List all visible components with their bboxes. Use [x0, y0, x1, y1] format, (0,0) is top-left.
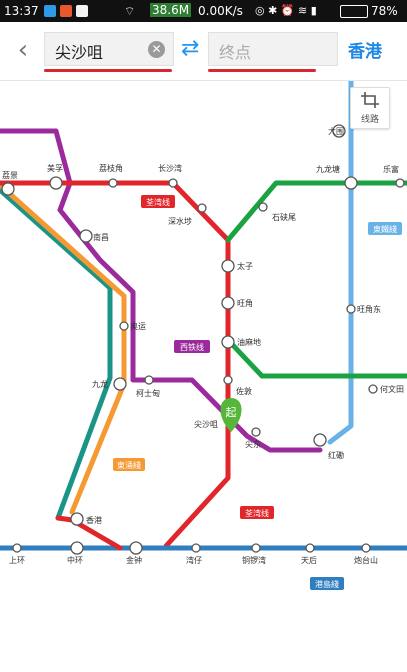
- station-admiralty: 金钟: [126, 555, 142, 565]
- station-sheung-wan: 上环: [9, 556, 25, 565]
- station-lai-king: 荔景: [2, 170, 18, 180]
- station-sham-shui-po: 深水埗: [168, 216, 192, 226]
- stations: [1, 124, 405, 555]
- start-underline: [44, 69, 172, 72]
- start-field[interactable]: 尖沙咀 ✕: [44, 32, 174, 66]
- status-rate: 0.00K/s: [198, 4, 243, 18]
- battery-level: 78%: [371, 4, 398, 18]
- station-wan-chai: 湾仔: [186, 555, 202, 565]
- station-hong-kong: 香港: [86, 515, 102, 525]
- station-nam-cheong: 南昌: [93, 232, 109, 242]
- badge-tung-chung: 東涌綫: [117, 460, 141, 470]
- telegram-icon: [44, 5, 56, 17]
- station-austin: 柯士甸: [136, 388, 160, 398]
- badge-west-rail: 西铁线: [180, 342, 204, 352]
- station-kowloon: 九龙: [92, 379, 108, 389]
- end-underline: [208, 69, 316, 72]
- station-prince-edward: 太子: [237, 261, 253, 271]
- metro-map[interactable]: 起 荔景 美孚 荔枝角 长沙湾 深水埗 石硖尾 大围 九龙塘 乐富 南昌 太子 …: [0, 81, 407, 672]
- crop-icon: [361, 92, 379, 108]
- app-notification-icon: [60, 5, 72, 17]
- back-icon[interactable]: ‹: [10, 37, 36, 63]
- station-mong-kok: 旺角: [237, 298, 253, 308]
- station-kowloon-tong: 九龙塘: [316, 164, 340, 174]
- start-marker-label: 起: [226, 406, 237, 419]
- tsuen-wan-line: [0, 180, 231, 549]
- search-header: ‹ 尖沙咀 ✕ ⇄ 终点 香港: [0, 22, 407, 81]
- qq-icon: [76, 5, 88, 17]
- badge-tsuen-wan-2: 荃湾线: [245, 508, 269, 518]
- station-mong-kok-east: 旺角东: [357, 304, 381, 314]
- station-jordan: 佐敦: [236, 386, 252, 396]
- station-east-tst: 尖东: [245, 439, 261, 449]
- status-speed: 38.6M: [150, 3, 192, 17]
- station-lai-chi-kok: 荔枝角: [99, 163, 123, 173]
- station-hung-hom: 红磡: [328, 450, 344, 460]
- badge-island: 港島綫: [315, 579, 339, 589]
- status-icons: ◎ ✱ ⏰ ≋ ▮: [255, 4, 317, 17]
- station-tin-hau: 天后: [301, 555, 317, 565]
- badge-east-rail: 東鐵綫: [373, 224, 397, 234]
- station-central: 中环: [67, 555, 83, 565]
- station-mei-foo: 美孚: [47, 163, 63, 173]
- station-yau-ma-tei: 油麻地: [237, 337, 261, 347]
- wifi-icon: ⌔: [124, 4, 136, 18]
- end-field[interactable]: 终点: [208, 32, 338, 66]
- station-shek-kip-mei: 石硖尾: [272, 212, 296, 222]
- station-tai-wai: 大围: [328, 126, 344, 136]
- status-bar: 13:37 ⌔ 38.6M 0.00K/s ◎ ✱ ⏰ ≋ ▮ 78%: [0, 0, 407, 22]
- route-button[interactable]: 线路: [350, 87, 390, 129]
- battery-icon: [340, 5, 368, 18]
- station-fortress-hill: 炮台山: [354, 555, 378, 565]
- route-button-label: 线路: [360, 115, 379, 125]
- station-tsim-sha-tsui: 尖沙咀: [194, 419, 218, 429]
- station-ho-man-tin: 何文田: [380, 384, 404, 394]
- swap-icon[interactable]: ⇄: [181, 37, 199, 61]
- station-olympic: 奥运: [130, 321, 146, 331]
- start-value: 尖沙咀: [55, 43, 104, 62]
- station-cheung-sha-wan: 长沙湾: [158, 163, 182, 173]
- clear-icon[interactable]: ✕: [148, 41, 165, 58]
- status-time: 13:37: [4, 4, 39, 18]
- end-placeholder: 终点: [219, 43, 252, 62]
- station-lok-fu: 乐富: [383, 164, 399, 174]
- tuen-ma-line-north: [0, 128, 323, 453]
- station-causeway-bay: 铜锣湾: [242, 555, 266, 565]
- city-selector[interactable]: 香港: [348, 37, 382, 62]
- badge-tsuen-wan: 荃湾线: [146, 197, 170, 207]
